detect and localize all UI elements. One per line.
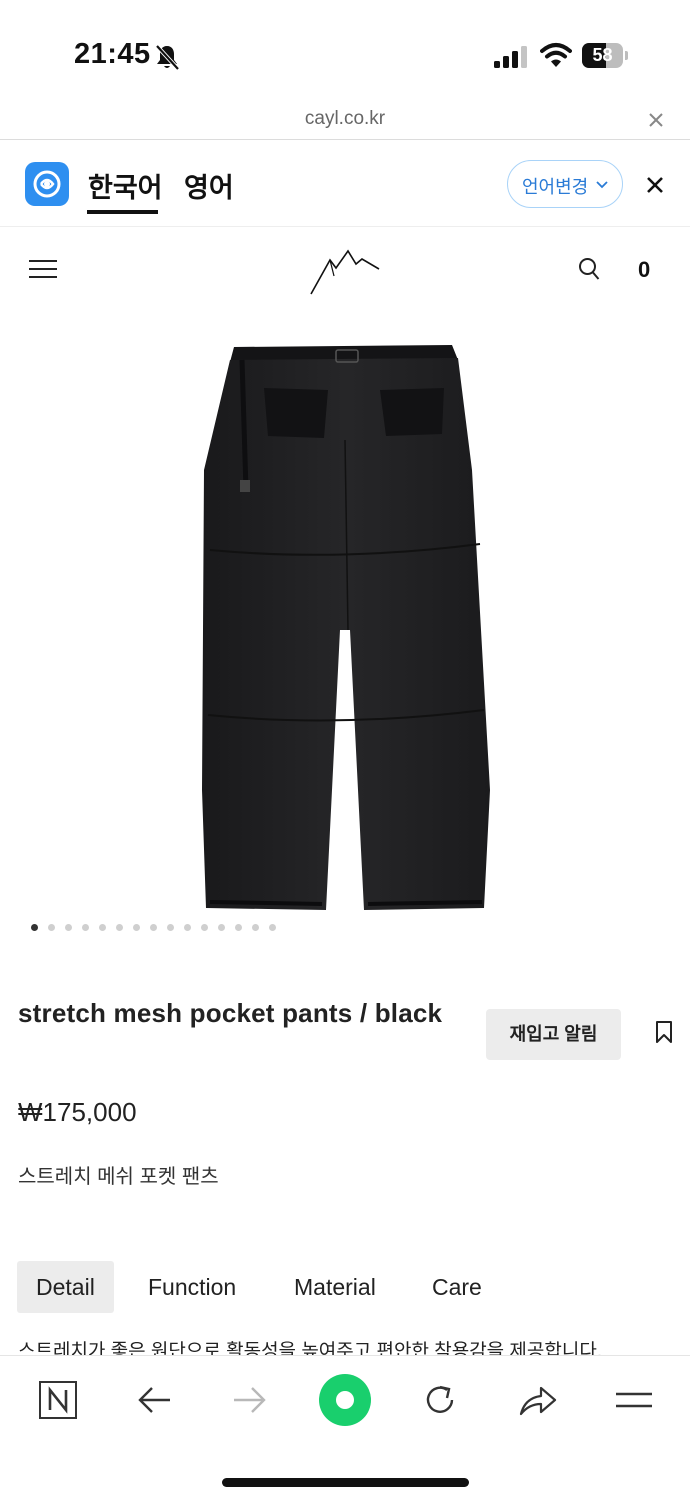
url-bar[interactable]: cayl.co.kr [0,100,690,140]
carousel-dot[interactable] [133,924,140,931]
carousel-dot[interactable] [99,924,106,931]
url-close-icon[interactable] [646,110,666,130]
carousel-dot[interactable] [252,924,259,931]
url-text[interactable]: cayl.co.kr [0,108,690,130]
hamburger-menu-icon[interactable] [29,259,57,279]
status-bar: 21:45 58 [0,0,690,100]
carousel-dot[interactable] [116,924,123,931]
carousel-dot[interactable] [82,924,89,931]
carousel-dot[interactable] [65,924,72,931]
product-korean-name: 스트레치 메쉬 포켓 팬츠 [18,1166,219,1188]
naver-n-icon[interactable] [36,1378,80,1422]
reload-icon[interactable] [418,1378,462,1422]
cart-count[interactable]: 0 [638,257,650,283]
product-image[interactable] [190,330,500,920]
browser-menu-icon[interactable] [612,1378,656,1422]
carousel-dot[interactable] [218,924,225,931]
forward-arrow-icon[interactable] [228,1378,272,1422]
bookmark-icon[interactable] [655,1020,673,1044]
tab-detail[interactable]: Detail [17,1261,114,1313]
tab-function[interactable]: Function [129,1261,255,1313]
translate-bar: 한국어 영어 언어변경 [0,141,690,227]
restock-alert-button[interactable]: 재입고 알림 [486,1009,621,1060]
papago-icon [25,162,69,206]
tab-material[interactable]: Material [275,1261,395,1313]
battery-icon: 58 [582,43,628,68]
home-indicator[interactable] [222,1478,469,1487]
carousel-dot[interactable] [269,924,276,931]
close-translate-icon[interactable] [645,175,665,195]
carousel-dots[interactable] [31,924,276,934]
carousel-dot[interactable] [31,924,38,931]
bell-slash-icon [155,44,180,71]
browser-toolbar [0,1355,690,1500]
back-arrow-icon[interactable] [132,1378,176,1422]
chevron-down-icon [596,181,608,189]
signal-icon [494,46,527,68]
change-language-button[interactable]: 언어변경 [507,160,623,208]
lang-tab-english[interactable]: 영어 [184,166,234,205]
search-icon[interactable] [578,257,600,281]
green-dot-icon [336,1391,354,1409]
share-icon[interactable] [515,1378,559,1422]
change-language-label: 언어변경 [522,177,589,197]
carousel-dot[interactable] [150,924,157,931]
battery-level: 58 [592,45,613,65]
tab-care[interactable]: Care [413,1261,501,1313]
carousel-dot[interactable] [167,924,174,931]
status-time: 21:45 [74,38,151,70]
active-tab-underline [87,210,158,214]
naver-green-dot-button[interactable] [319,1374,371,1426]
carousel-dot[interactable] [48,924,55,931]
lang-tab-korean[interactable]: 한국어 [88,166,163,205]
wifi-icon [540,43,572,67]
carousel-dot[interactable] [201,924,208,931]
carousel-dot[interactable] [184,924,191,931]
product-price: ₩175,000 [18,1097,137,1127]
product-title: stretch mesh pocket pants / black [18,998,443,1028]
mountain-logo[interactable] [306,246,382,296]
carousel-dot[interactable] [235,924,242,931]
